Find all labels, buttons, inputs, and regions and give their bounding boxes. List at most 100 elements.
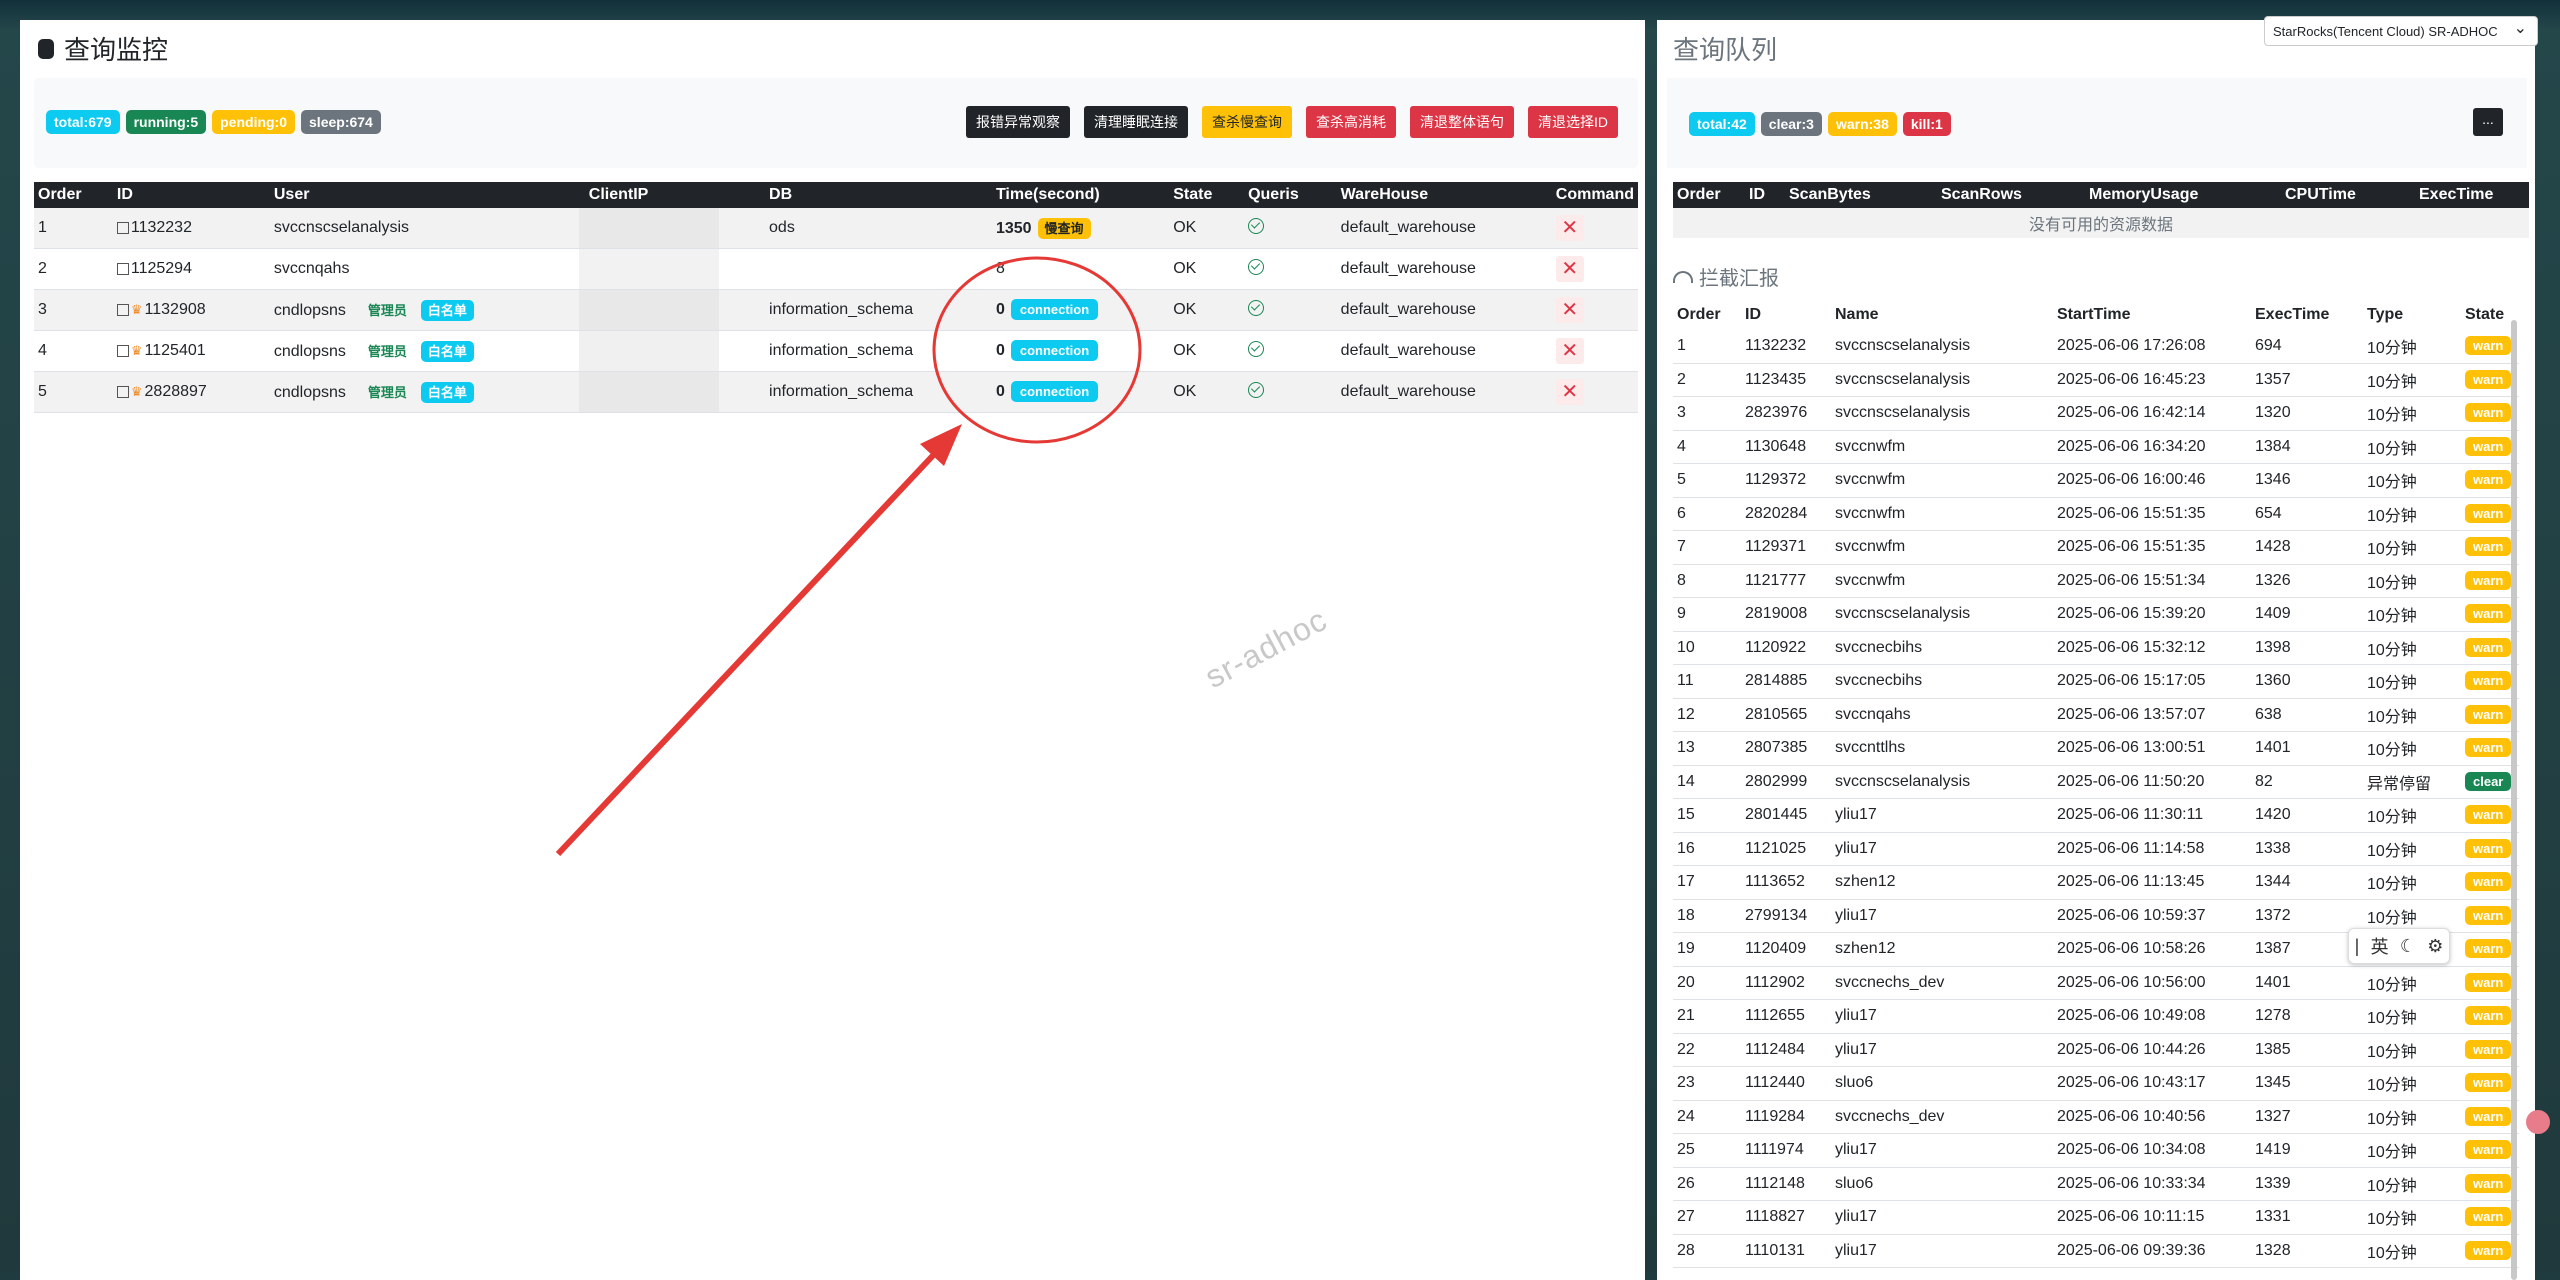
query-monitor-panel: 查询监控 total:679 running:5 pending:0 sleep… — [20, 20, 1645, 1280]
kill-slow-button[interactable]: 查杀慢查询 — [1202, 106, 1292, 138]
row-order: 18 — [1673, 899, 1741, 933]
row-exectime: 1328 — [2251, 1234, 2363, 1268]
row-order: 21 — [1673, 999, 1741, 1034]
row-id: 1123435 — [1741, 363, 1831, 397]
row-id: 2810565 — [1741, 698, 1831, 732]
row-state: OK — [1169, 371, 1245, 413]
col-command: Command — [1551, 182, 1638, 208]
row-id: 2814885 — [1741, 664, 1831, 699]
row-starttime: 2025-06-06 15:32:12 — [2053, 631, 2251, 665]
status-badge: warn — [2465, 1173, 2512, 1193]
kill-query-button[interactable]: ✕ — [1555, 379, 1584, 405]
gear-icon[interactable]: ⚙ — [2427, 936, 2443, 957]
row-starttime: 2025-06-06 16:34:20 — [2053, 430, 2251, 464]
slow-query-tag: 慢查询 — [1037, 218, 1091, 239]
row-clientip — [578, 330, 766, 372]
table-row: 8 1121777 svccnwfm 2025-06-06 15:51:34 1326 1… — [1673, 564, 2519, 598]
i-col-exectime: ExecTime — [2251, 300, 2363, 330]
col-user: User — [269, 182, 585, 208]
row-type: 10分钟 — [2363, 564, 2461, 598]
kill-query-button[interactable]: ✕ — [1555, 215, 1584, 241]
row-name: svccnecbihs — [1831, 664, 2053, 699]
row-type: 10分钟 — [2363, 430, 2461, 464]
row-command: ✕ — [1551, 371, 1638, 413]
table-row: 2 1125294 svccnqahs 8 OK default_warehou… — [34, 248, 1638, 290]
row-exectime: 1346 — [2251, 463, 2363, 498]
intercept-header: 拦截汇报 — [1673, 262, 1779, 291]
row-checkbox[interactable] — [116, 303, 129, 316]
rollback-whole-button[interactable]: 清退整体语句 — [1410, 106, 1514, 138]
whitelist-tag: 白名单 — [420, 382, 474, 403]
kill-query-button[interactable]: ✕ — [1555, 256, 1584, 282]
col-order: Order — [34, 182, 113, 208]
queue-empty-row: 没有可用的资源数据 — [1673, 208, 2529, 238]
row-checkbox[interactable] — [116, 262, 129, 275]
row-checkbox[interactable] — [116, 385, 129, 398]
kill-high-cost-button[interactable]: 查杀高消耗 — [1306, 106, 1396, 138]
row-exectime: 694 — [2251, 330, 2363, 364]
row-id: 2807385 — [1741, 731, 1831, 766]
more-button[interactable]: ... — [2473, 108, 2503, 136]
status-badge: warn — [2465, 604, 2512, 624]
row-exectime: 1339 — [2251, 1167, 2363, 1201]
row-clientip — [578, 208, 766, 249]
status-badge: warn — [2465, 805, 2512, 825]
row-name: yliu17 — [1831, 832, 2053, 866]
row-order: 19 — [1673, 932, 1741, 967]
table-row: 1 1132232 svccnscselanalysis 2025-06-06 17:… — [1673, 330, 2519, 364]
status-badge: warn — [2465, 436, 2512, 456]
error-observe-button[interactable]: 报错异常观察 — [966, 106, 1070, 138]
row-starttime: 2025-06-06 16:00:46 — [2053, 463, 2251, 498]
row-id: 2799134 — [1741, 899, 1831, 933]
row-starttime: 2025-06-06 17:26:08 — [2053, 330, 2251, 364]
row-id: 1121777 — [1741, 564, 1831, 598]
row-user: svccnscselanalysis — [269, 208, 585, 249]
kill-query-button[interactable]: ✕ — [1555, 297, 1584, 323]
rollback-selected-button[interactable]: 清退选择ID — [1528, 106, 1618, 138]
scrollbar[interactable] — [2511, 320, 2517, 1280]
ime-language[interactable]: 英 — [2371, 933, 2389, 959]
row-exectime: 1401 — [2251, 966, 2363, 1000]
row-state: OK — [1169, 330, 1245, 372]
row-type: 10分钟 — [2363, 1200, 2461, 1235]
check-circle-icon — [1248, 217, 1265, 234]
clean-sleep-button[interactable]: 清理睡眠连接 — [1084, 106, 1188, 138]
col-warehouse: WareHouse — [1336, 182, 1552, 208]
row-id: 1113652 — [1741, 865, 1831, 900]
row-name: svccnscselanalysis — [1831, 597, 2053, 632]
row-time-cell: 0 connection — [991, 371, 1170, 413]
environment-select[interactable]: StarRocks(Tencent Cloud) SR-ADHOC — [2264, 14, 2538, 46]
row-exectime: 1428 — [2251, 530, 2363, 565]
row-id: 2820284 — [1741, 497, 1831, 531]
table-row: 5 1129372 svccnwfm 2025-06-06 16:00:46 1346 1… — [1673, 463, 2519, 498]
row-user: cndlopsns — [273, 343, 346, 360]
row-name: svccnscselanalysis — [1831, 765, 2053, 799]
col-id: ID — [112, 182, 270, 208]
table-row: 6 2820284 svccnwfm 2025-06-06 15:51:35 654 10… — [1673, 497, 2519, 531]
avatar[interactable] — [2526, 1110, 2550, 1134]
row-name: sluo6 — [1831, 1167, 2053, 1201]
row-order: 16 — [1673, 832, 1741, 866]
row-id: 1132908 — [144, 301, 206, 318]
row-checkbox[interactable] — [116, 221, 129, 234]
table-row: 15 2801445 yliu17 2025-06-06 11:30:11 1420 10… — [1673, 798, 2519, 833]
row-user: cndlopsns — [273, 302, 346, 319]
row-queris — [1244, 248, 1337, 290]
redacted-ip — [578, 249, 719, 289]
row-type: 10分钟 — [2363, 1066, 2461, 1101]
row-starttime: 2025-06-06 15:51:35 — [2053, 497, 2251, 531]
q-col-cputime: CPUTime — [2281, 182, 2415, 208]
row-exectime: 1320 — [2251, 396, 2363, 431]
row-id: 1112902 — [1741, 966, 1831, 1000]
check-circle-icon — [1248, 381, 1265, 398]
row-checkbox[interactable] — [116, 344, 129, 357]
table-row: 25 1111974 yliu17 2025-06-06 10:34:08 1419 10… — [1673, 1133, 2519, 1168]
row-order: 7 — [1673, 530, 1741, 565]
q-col-exectime: ExecTime — [2415, 182, 2529, 208]
row-order: 3 — [1673, 396, 1741, 431]
kill-query-button[interactable]: ✕ — [1555, 338, 1584, 364]
row-id-cell: ♛ 2828897 — [112, 371, 270, 413]
ime-toolbar[interactable]: | 英 ☾ ⚙ — [2348, 928, 2450, 964]
moon-icon[interactable]: ☾ — [2400, 936, 2416, 957]
row-type: 10分钟 — [2363, 497, 2461, 531]
